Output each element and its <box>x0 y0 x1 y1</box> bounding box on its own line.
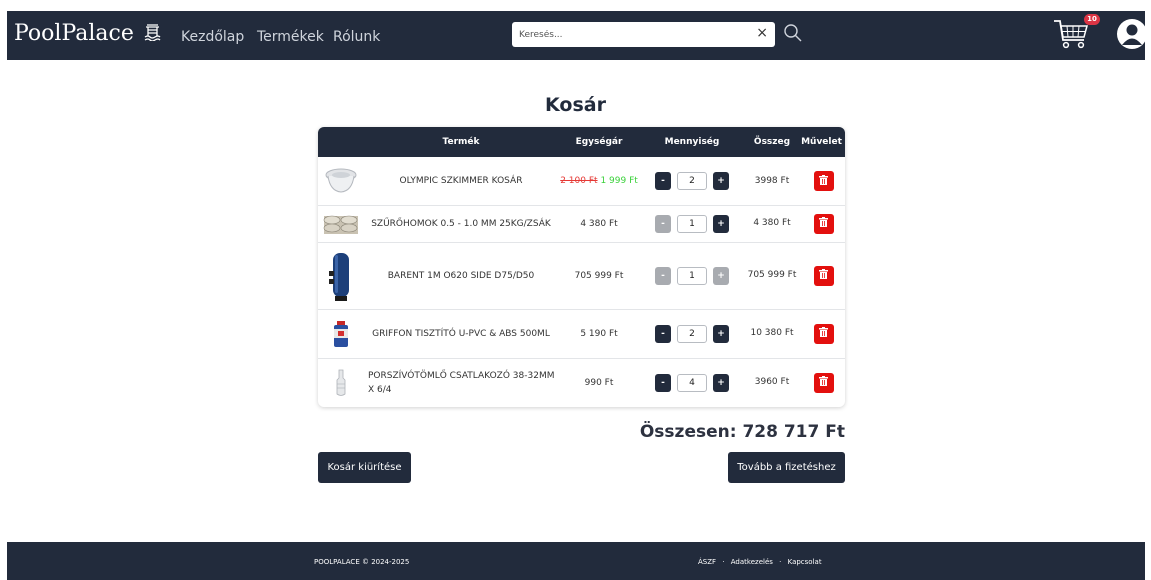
unit-price: 990 Ft <box>584 377 614 388</box>
footer: POOLPALACE © 2024-2025 ÁSZF · Adatkezelé… <box>7 542 1145 580</box>
trash-icon <box>819 217 828 230</box>
table-header: Termék Egységár Mennyiség Összeg Művelet <box>318 127 845 157</box>
delete-button[interactable] <box>813 265 834 286</box>
search-input[interactable] <box>512 22 742 47</box>
row-action <box>802 205 845 242</box>
decrease-quantity-button[interactable]: - <box>655 373 671 392</box>
pool-ladder-icon <box>144 22 161 47</box>
checkout-button[interactable]: Tovább a fizetéshez <box>728 452 845 483</box>
delete-button[interactable] <box>813 372 834 393</box>
quantity-input[interactable]: 1 <box>677 214 707 233</box>
increase-quantity-button[interactable]: + <box>713 214 729 233</box>
row-total: 705 999 Ft <box>747 270 797 280</box>
increase-quantity-button[interactable]: + <box>713 266 729 285</box>
table-row: OLYMPIC SZKIMMER KOSÁR 2 100 Ft 1 999 Ft… <box>318 157 845 206</box>
header-action: Művelet <box>801 137 842 147</box>
brand-logo[interactable]: PoolPalace <box>14 21 161 47</box>
page-title: Kosár <box>545 94 606 116</box>
footer-separator: · <box>722 558 725 566</box>
table-row: BARENT 1M O620 SIDE D75/D50 705 999 Ft -… <box>318 242 845 310</box>
row-action <box>802 309 845 358</box>
trash-icon <box>819 174 828 188</box>
product-image-cleaner-can <box>318 309 364 358</box>
table-row: PORSZÍVÓTÖMLŐ CSATLAKOZÓ 38-32MM X 6/4 9… <box>318 358 845 407</box>
product-name[interactable]: GRIFFON TISZTÍTÓ U-PVC & ABS 500ML <box>366 309 556 358</box>
nav-link-products[interactable]: Termékek <box>257 29 324 45</box>
product-image-skimmer-basket <box>318 157 364 205</box>
trash-icon <box>819 376 828 389</box>
cart-table: Termék Egységár Mennyiség Összeg Művelet… <box>318 127 845 407</box>
quantity-input[interactable]: 2 <box>677 324 707 343</box>
empty-cart-button[interactable]: Kosár kiürítése <box>318 452 411 483</box>
row-total: 10 380 Ft <box>750 328 794 338</box>
unit-price: 5 190 Ft <box>580 328 618 339</box>
search-clear-button[interactable]: × <box>756 25 768 41</box>
row-total: 3998 Ft <box>754 175 790 186</box>
row-action <box>802 242 845 309</box>
cart-total: Összesen: 728 717 Ft <box>639 422 845 442</box>
product-name[interactable]: PORSZÍVÓTÖMLŐ CSATLAKOZÓ 38-32MM X 6/4 <box>366 358 558 407</box>
quantity-stepper: - 4 + <box>641 358 743 407</box>
trash-icon <box>819 269 828 282</box>
nav-link-about[interactable]: Rólunk <box>333 29 380 45</box>
quantity-stepper: - 1 + <box>641 205 743 242</box>
original-price: 2 100 Ft <box>560 176 598 186</box>
cart-count-badge: 10 <box>1084 14 1100 25</box>
decrease-quantity-button[interactable]: - <box>655 324 671 343</box>
unit-price: 2 100 Ft 1 999 Ft <box>558 157 640 205</box>
search-icon[interactable] <box>783 23 803 47</box>
quantity-input[interactable]: 2 <box>677 172 707 190</box>
table-row: SZŰRŐHOMOK 0.5 - 1.0 MM 25KG/ZSÁK 4 380 … <box>318 205 845 243</box>
decrease-quantity-button[interactable]: - <box>655 172 671 190</box>
row-action <box>802 358 845 407</box>
quantity-input[interactable]: 4 <box>677 373 707 392</box>
increase-quantity-button[interactable]: + <box>713 373 729 392</box>
table-row: GRIFFON TISZTÍTÓ U-PVC & ABS 500ML 5 190… <box>318 309 845 359</box>
delete-button[interactable] <box>813 323 834 344</box>
delete-button[interactable] <box>813 213 834 234</box>
product-image-filter-tank <box>318 242 364 309</box>
header-quantity: Mennyiség <box>664 137 720 147</box>
decrease-quantity-button[interactable]: - <box>655 214 671 233</box>
nav-link-home[interactable]: Kezdőlap <box>181 29 244 45</box>
discounted-price: 1 999 Ft <box>600 176 638 186</box>
unit-price: 4 380 Ft <box>580 218 618 229</box>
footer-links: ÁSZF · Adatkezelés · Kapcsolat <box>698 558 822 566</box>
row-total: 4 380 Ft <box>753 218 791 228</box>
footer-link-contact[interactable]: Kapcsolat <box>788 558 822 566</box>
quantity-stepper: - 2 + <box>641 309 743 358</box>
delete-button[interactable] <box>813 171 834 191</box>
row-total: 3960 Ft <box>754 377 790 387</box>
product-name[interactable]: BARENT 1M O620 SIDE D75/D50 <box>366 242 556 309</box>
top-navbar: PoolPalace Kezdőlap Termékek Rólunk × <box>7 11 1148 60</box>
footer-link-privacy[interactable]: Adatkezelés <box>731 558 773 566</box>
quantity-stepper: - 1 + <box>641 242 743 309</box>
search-box: × <box>512 22 775 47</box>
quantity-stepper: - 2 + <box>641 157 743 205</box>
header-unit-price: Egységár <box>575 137 623 147</box>
product-image-hose-connector <box>318 358 364 407</box>
increase-quantity-button[interactable]: + <box>713 172 729 190</box>
product-name[interactable]: OLYMPIC SZKIMMER KOSÁR <box>366 157 556 205</box>
header-sum: Összeg <box>753 137 791 147</box>
increase-quantity-button[interactable]: + <box>713 324 729 343</box>
trash-icon <box>819 327 828 340</box>
header-product: Termék <box>442 137 480 147</box>
decrease-quantity-button[interactable]: - <box>655 266 671 285</box>
product-image-sand-bags <box>318 205 364 242</box>
footer-separator: · <box>779 558 782 566</box>
shopping-cart-icon[interactable] <box>1053 18 1089 56</box>
row-action <box>802 157 845 205</box>
footer-link-terms[interactable]: ÁSZF <box>698 558 716 566</box>
user-avatar-icon[interactable] <box>1116 18 1148 54</box>
unit-price: 705 999 Ft <box>574 270 624 281</box>
brand-name: PoolPalace <box>14 21 134 46</box>
quantity-input[interactable]: 1 <box>677 266 707 285</box>
footer-copyright: POOLPALACE © 2024-2025 <box>314 558 410 566</box>
product-name[interactable]: SZŰRŐHOMOK 0.5 - 1.0 MM 25KG/ZSÁK <box>366 205 556 242</box>
